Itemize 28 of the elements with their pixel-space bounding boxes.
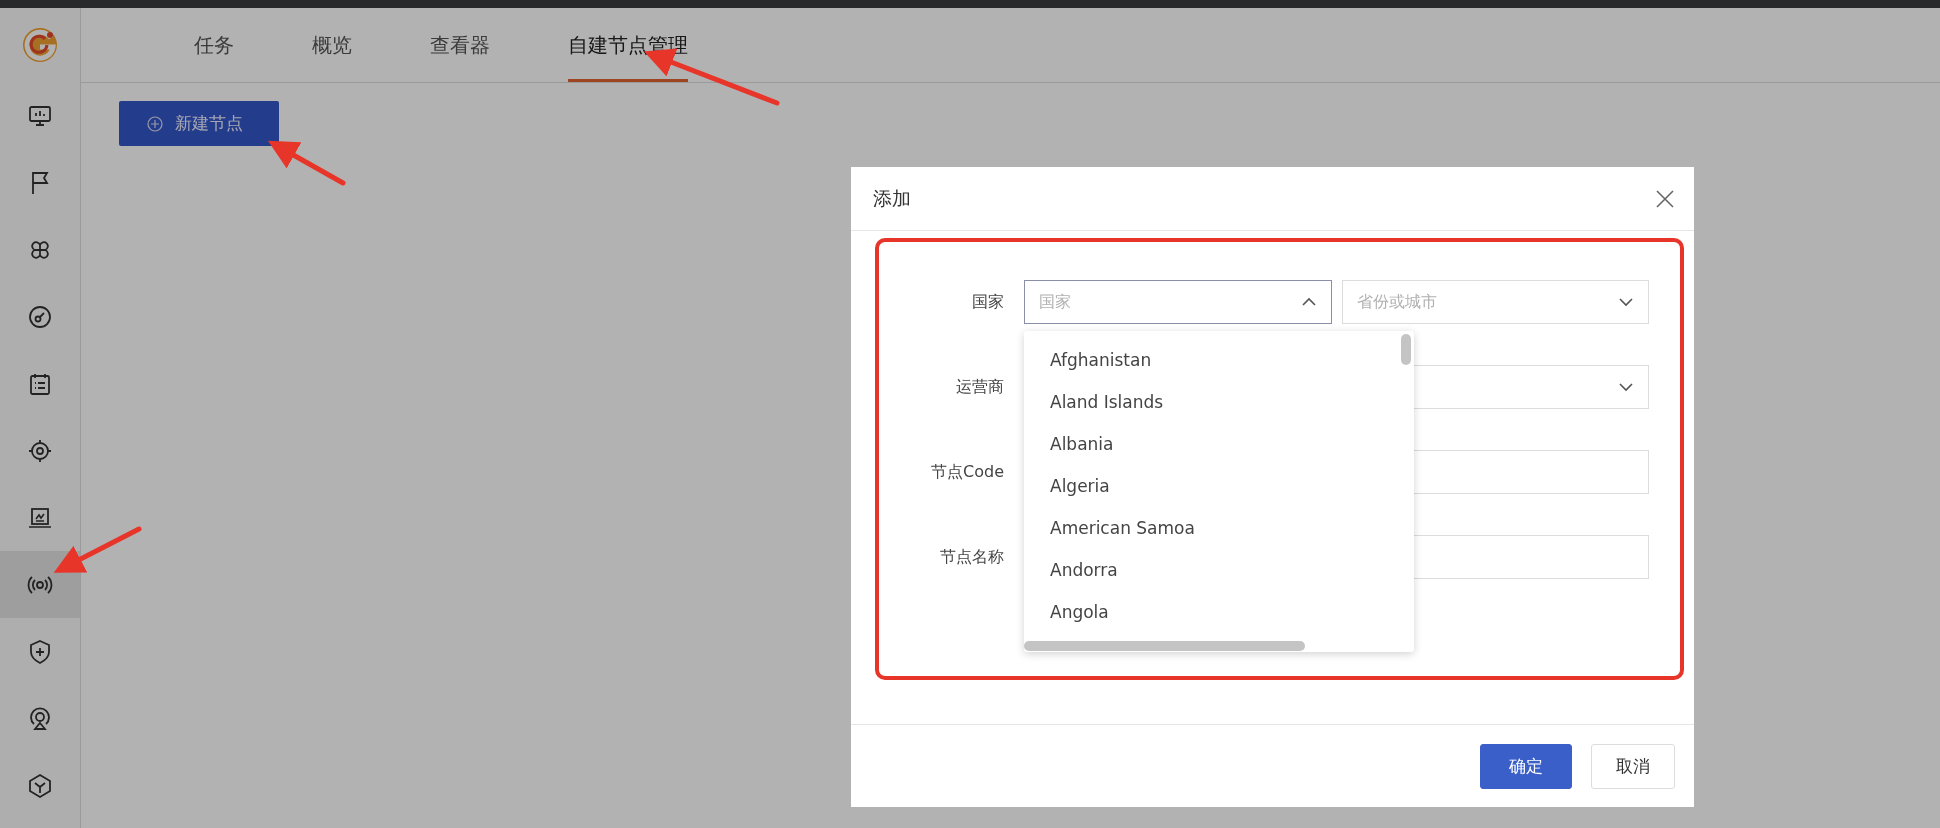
scrollbar-thumb[interactable] — [1401, 334, 1411, 365]
dropdown-option[interactable]: Angola — [1024, 591, 1414, 633]
plus-circle-icon — [147, 115, 163, 132]
chevron-up-icon — [1300, 297, 1317, 307]
sidebar-item[interactable] — [0, 551, 80, 618]
field-label: 节点Code — [930, 461, 1004, 483]
new-node-button[interactable]: 新建节点 — [119, 101, 279, 146]
field-label: 国家 — [971, 291, 1004, 313]
dropdown-option[interactable]: Algeria — [1024, 465, 1414, 507]
dropdown-option[interactable]: American Samoa — [1024, 507, 1414, 549]
close-icon[interactable] — [1655, 188, 1675, 209]
dropdown-option[interactable]: Afghanistan — [1024, 339, 1414, 381]
dropdown-option[interactable]: Albania — [1024, 423, 1414, 465]
dialog-title: 添加 — [873, 185, 911, 211]
scrollbar-thumb[interactable] — [1024, 641, 1305, 651]
cancel-button[interactable]: 取消 — [1591, 743, 1675, 789]
confirm-button[interactable]: 确定 — [1480, 743, 1572, 789]
logo-icon — [21, 26, 59, 64]
cube-icon — [26, 771, 54, 800]
field-label: 节点名称 — [939, 546, 1004, 568]
dropdown-option[interactable]: Andorra — [1024, 549, 1414, 591]
tab[interactable]: 概览 — [312, 8, 352, 82]
tab[interactable]: 任务 — [194, 8, 234, 82]
field-label: 运营商 — [955, 376, 1004, 398]
dropdown-option[interactable]: Aland Islands — [1024, 381, 1414, 423]
chevron-down-icon — [1618, 297, 1634, 307]
tab[interactable]: 查看器 — [430, 8, 490, 82]
chevron-down-icon — [1618, 382, 1634, 392]
